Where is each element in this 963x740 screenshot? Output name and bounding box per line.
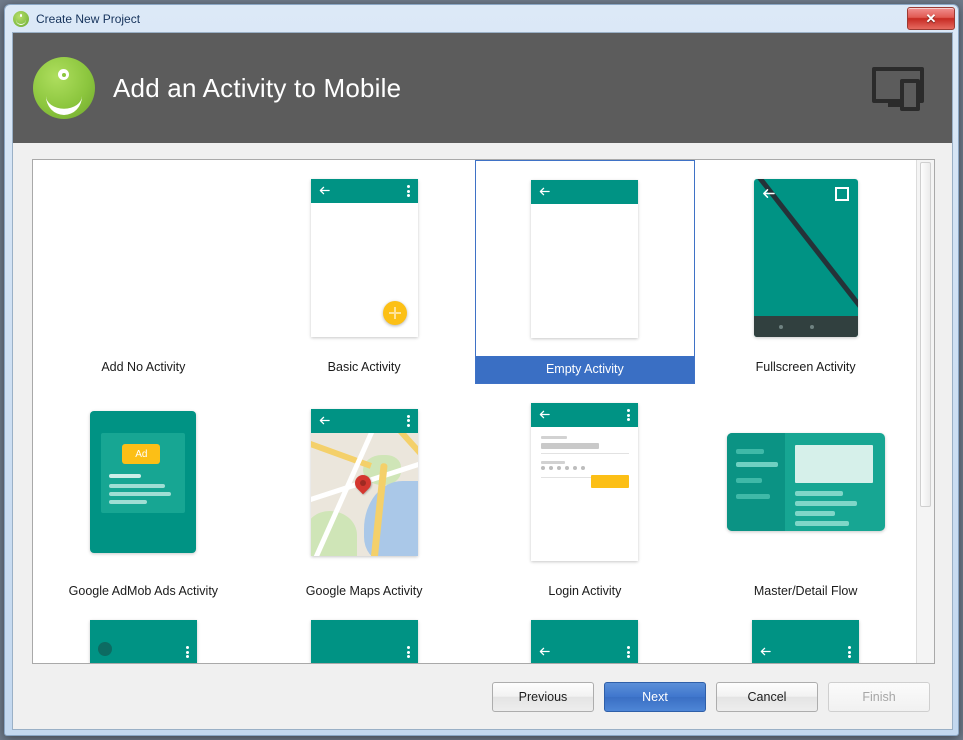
thumbnail-empty [531, 179, 639, 338]
template-add-no-activity[interactable]: Add No Activity [33, 160, 254, 384]
thumbnail-fullscreen [753, 179, 858, 337]
thumbnail-basic [310, 179, 418, 337]
template-label: Master/Detail Flow [753, 584, 858, 598]
overflow-menu-icon [627, 409, 631, 421]
cancel-button[interactable]: Cancel [716, 682, 818, 712]
template-partial-1[interactable] [33, 608, 254, 663]
username-field-preview [541, 443, 600, 449]
template-fullscreen-activity[interactable]: Fullscreen Activity [695, 160, 916, 384]
overflow-menu-icon [406, 646, 410, 658]
password-field-preview [541, 466, 586, 470]
map-preview [310, 432, 418, 556]
diagonal-decoration [753, 179, 858, 337]
sign-in-button-preview [591, 475, 630, 488]
password-label-preview [541, 461, 566, 464]
overflow-menu-icon [406, 414, 410, 427]
template-label: Google AdMob Ads Activity [68, 584, 219, 598]
back-arrow-icon [539, 646, 551, 657]
finish-button: Finish [828, 682, 930, 712]
android-studio-icon [13, 10, 29, 27]
back-arrow-icon [760, 646, 771, 657]
back-arrow-icon [762, 187, 775, 200]
template-label: Fullscreen Activity [755, 360, 856, 374]
template-label: Login Activity [548, 584, 622, 598]
template-master-detail-flow[interactable]: Master/Detail Flow [695, 384, 916, 608]
template-label-selected: Empty Activity [475, 356, 695, 383]
next-button[interactable]: Next [604, 682, 706, 712]
back-arrow-icon [539, 409, 551, 420]
close-icon[interactable]: ✕ [907, 7, 955, 30]
template-google-admob-ads-activity[interactable]: Ad Google AdMob Ads Activity [33, 384, 254, 608]
previous-button[interactable]: Previous [492, 682, 594, 712]
scrollbar-thumb[interactable] [920, 162, 931, 507]
overflow-menu-icon [406, 185, 410, 197]
template-partial-3[interactable] [475, 608, 696, 663]
back-arrow-icon [539, 186, 551, 197]
ad-badge: Ad [122, 444, 161, 464]
template-label: Add No Activity [101, 360, 186, 374]
page-title: Add an Activity to Mobile [113, 72, 402, 103]
toolbar-preview [531, 179, 639, 204]
thumbnail-masterdetail [726, 433, 885, 531]
android-studio-logo [33, 57, 95, 119]
fullscreen-expand-icon [834, 187, 849, 201]
template-partial-2[interactable] [254, 608, 475, 663]
ad-card: Ad [101, 433, 186, 513]
dialog-footer: Previous Next Cancel Finish [13, 665, 952, 729]
toolbar-preview [310, 179, 418, 203]
floating-action-button-icon [382, 301, 407, 325]
template-label: Google Maps Activity [305, 584, 423, 598]
username-label-preview [541, 436, 568, 439]
template-label: Basic Activity [327, 360, 401, 374]
create-new-project-window: Create New Project ✕ Add an Activity to … [4, 4, 959, 736]
template-google-maps-activity[interactable]: Google Maps Activity [254, 384, 475, 608]
back-arrow-icon [319, 415, 330, 426]
mobile-device-icon [872, 65, 930, 111]
wizard-dialog: Add an Activity to Mobile Add No Activit… [12, 32, 953, 730]
nav-drawer-icon [97, 642, 112, 656]
template-partial-4[interactable] [695, 608, 916, 663]
template-login-activity[interactable]: Login Activity [475, 384, 696, 608]
navigation-bar-preview [753, 316, 858, 337]
window-title: Create New Project [36, 11, 141, 26]
thumbnail-admob: Ad [90, 411, 197, 553]
template-basic-activity[interactable]: Basic Activity [254, 160, 475, 384]
activity-template-grid: Add No Activity Basic Activity Empty Act… [33, 160, 916, 608]
overflow-menu-icon [627, 646, 631, 658]
window-titlebar: Create New Project ✕ [5, 5, 958, 32]
wizard-header: Add an Activity to Mobile [13, 33, 952, 143]
thumbnail-maps [310, 408, 418, 556]
thumbnail-login [531, 403, 639, 561]
overflow-menu-icon [848, 646, 852, 658]
toolbar-preview [310, 408, 418, 433]
activity-template-list[interactable]: Add No Activity Basic Activity Empty Act… [32, 159, 935, 664]
back-arrow-icon [319, 185, 330, 196]
thumbnail-none [33, 160, 254, 356]
toolbar-preview [531, 403, 639, 427]
detail-pane-preview [794, 445, 873, 483]
overflow-menu-icon [185, 646, 189, 658]
template-empty-activity[interactable]: Empty Activity [474, 160, 696, 384]
vertical-scrollbar[interactable] [916, 160, 934, 663]
activity-template-row-partial [33, 608, 916, 663]
